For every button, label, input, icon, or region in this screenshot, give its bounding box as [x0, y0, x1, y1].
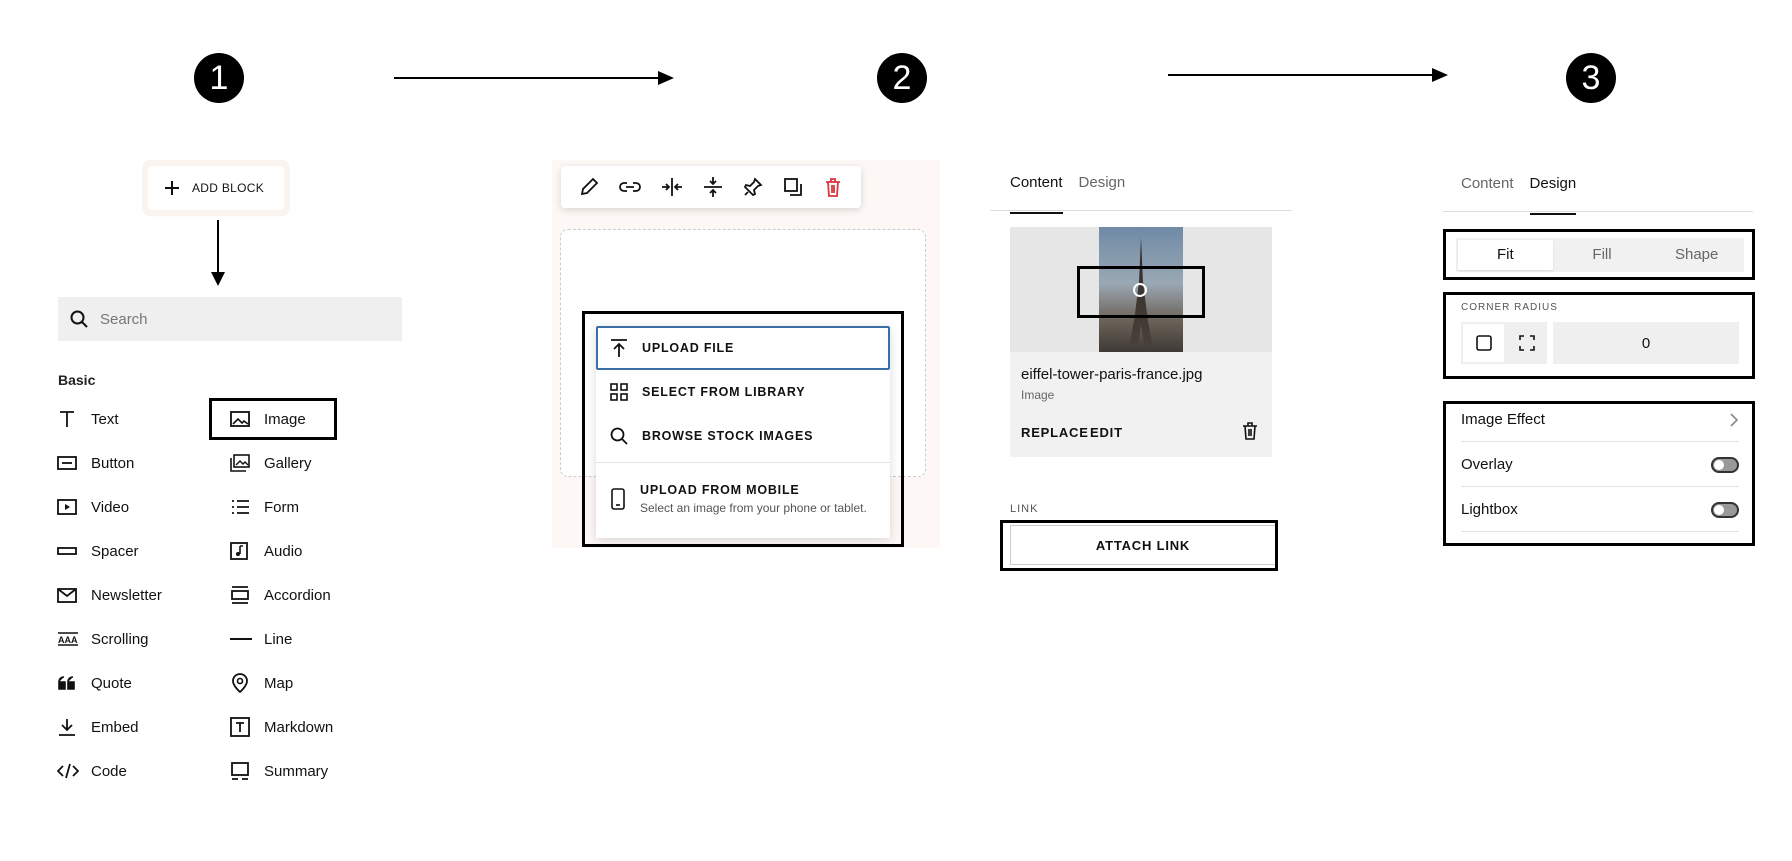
highlight-fit-selector [1443, 229, 1755, 280]
block-option-label: Embed [91, 718, 139, 736]
align-horizontal-icon[interactable] [660, 176, 684, 198]
block-option-label: Form [264, 498, 299, 516]
block-toolbar [561, 166, 861, 208]
replace-button[interactable]: REPLACE [1021, 425, 1089, 440]
block-option-spacer[interactable]: Spacer [57, 539, 139, 563]
tab-content[interactable]: Content [1010, 174, 1063, 214]
summary-icon [230, 760, 252, 782]
block-option-label: Line [264, 630, 293, 648]
file-type: Image [1021, 388, 1055, 402]
search-input[interactable]: Search [58, 297, 402, 341]
trash-icon[interactable] [822, 176, 844, 198]
pencil-icon[interactable] [578, 176, 600, 198]
block-option-label: Code [91, 762, 127, 780]
block-option-label: Newsletter [91, 586, 162, 604]
step-3-marker: 3 [1566, 53, 1616, 103]
svg-text:AAA: AAA [58, 635, 78, 645]
add-block-button[interactable]: ADD BLOCK [148, 166, 284, 210]
trash-icon[interactable] [1241, 421, 1259, 441]
button-icon [57, 452, 79, 474]
align-vertical-icon[interactable] [702, 175, 724, 199]
line-icon [230, 628, 252, 650]
code-icon [57, 760, 79, 782]
arrow-down-icon [211, 220, 225, 286]
block-option-label: Button [91, 454, 135, 472]
link-icon[interactable] [618, 176, 642, 198]
block-option-label: Video [91, 498, 130, 516]
block-option-map[interactable]: Map [230, 671, 293, 695]
scrolling-icon: AAA [57, 628, 79, 650]
video-icon [57, 496, 79, 518]
accordion-icon [230, 584, 252, 606]
block-option-label: Spacer [91, 542, 139, 560]
block-option-code[interactable]: Code [57, 759, 127, 783]
section-title-basic: Basic [58, 372, 96, 388]
block-option-scrolling[interactable]: AAA Scrolling [57, 627, 149, 651]
block-option-label: Text [91, 410, 119, 428]
audio-icon [230, 540, 252, 562]
highlight-image-block [209, 398, 337, 440]
highlight-effects [1443, 401, 1755, 546]
highlight-corner-radius [1443, 292, 1755, 379]
block-option-accordion[interactable]: Accordion [230, 583, 331, 607]
form-icon [230, 496, 252, 518]
block-option-line[interactable]: Line [230, 627, 292, 651]
block-option-label: Summary [264, 762, 329, 780]
block-option-label: Accordion [264, 586, 331, 604]
block-option-label: Markdown [264, 718, 334, 736]
embed-icon [57, 716, 79, 738]
newsletter-icon [57, 584, 79, 606]
image-preview [1010, 227, 1272, 352]
block-option-markdown[interactable]: Markdown [230, 715, 333, 739]
gallery-icon [230, 452, 252, 474]
plus-icon [165, 181, 179, 195]
quote-icon [57, 672, 79, 694]
block-option-embed[interactable]: Embed [57, 715, 139, 739]
block-option-summary[interactable]: Summary [230, 759, 328, 783]
tab-divider [1443, 211, 1753, 212]
highlight-upload-menu [582, 311, 904, 547]
map-icon [230, 672, 252, 694]
tab-design[interactable]: Design [1079, 174, 1126, 213]
search-placeholder: Search [100, 310, 148, 328]
block-option-quote[interactable]: Quote [57, 671, 132, 695]
block-option-label: Gallery [264, 454, 312, 472]
file-name: eiffel-tower-paris-france.jpg [1021, 366, 1203, 383]
block-option-gallery[interactable]: Gallery [230, 451, 312, 475]
content-tabs: Content Design [1010, 174, 1126, 214]
image-card: eiffel-tower-paris-france.jpg Image REPL… [1010, 227, 1272, 457]
step-1-marker: 1 [194, 53, 244, 103]
search-icon [70, 310, 88, 328]
block-option-label: Scrolling [91, 630, 149, 648]
add-block-label: ADD BLOCK [192, 181, 265, 195]
spacer-icon [57, 540, 79, 562]
step-2-marker: 2 [877, 53, 927, 103]
focal-point-icon[interactable] [1132, 282, 1148, 298]
pin-icon[interactable] [742, 176, 764, 198]
markdown-icon [230, 716, 252, 738]
tab-divider [990, 210, 1292, 211]
block-option-video[interactable]: Video [57, 495, 129, 519]
highlight-attach-link [1000, 520, 1278, 571]
text-icon [57, 408, 79, 430]
edit-button[interactable]: EDIT [1090, 425, 1123, 440]
duplicate-icon[interactable] [782, 176, 804, 198]
block-option-newsletter[interactable]: Newsletter [57, 583, 162, 607]
tab-design[interactable]: Design [1529, 175, 1576, 215]
block-option-audio[interactable]: Audio [230, 539, 302, 563]
arrow-right-icon [1168, 68, 1448, 82]
block-option-label: Audio [264, 542, 303, 560]
block-option-label: Quote [91, 674, 132, 692]
block-option-form[interactable]: Form [230, 495, 299, 519]
tab-content[interactable]: Content [1461, 175, 1514, 214]
block-option-text[interactable]: Text [57, 407, 119, 431]
block-option-button[interactable]: Button [57, 451, 134, 475]
arrow-right-icon [394, 71, 674, 85]
design-tabs: Content Design [1461, 175, 1576, 215]
block-option-label: Map [264, 674, 294, 692]
link-label: LINK [1010, 503, 1039, 515]
